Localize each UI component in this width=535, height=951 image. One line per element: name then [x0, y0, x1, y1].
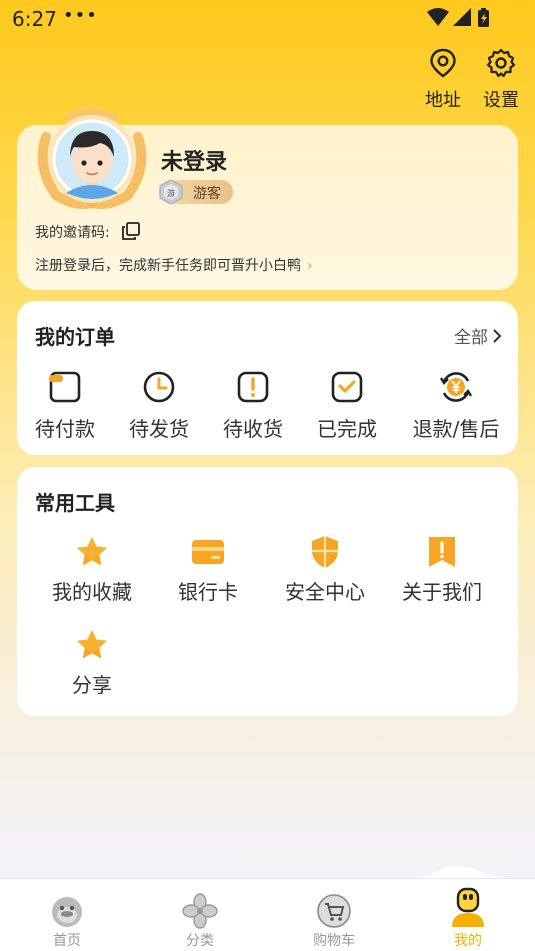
tab-label: 购物车 — [313, 933, 355, 949]
exclamation-box-icon — [237, 371, 269, 403]
tool-label: 安全中心 — [285, 580, 365, 604]
chevron-right-icon — [493, 328, 502, 343]
level-coin-icon: 游 — [159, 179, 183, 205]
order-label: 待收货 — [223, 417, 283, 441]
battery-icon — [478, 8, 489, 27]
order-pending-payment[interactable]: 待付款 — [15, 369, 115, 442]
tool-bank-card[interactable]: 银行卡 — [150, 534, 266, 605]
order-pending-shipment[interactable]: 待发货 — [109, 369, 209, 442]
copy-icon[interactable] — [121, 221, 141, 245]
clover-icon — [182, 893, 218, 929]
level-badge-label: 游客 — [193, 186, 221, 202]
orders-all-label: 全部 — [454, 328, 488, 348]
svg-text:游: 游 — [167, 188, 175, 198]
wallet-icon — [49, 371, 81, 403]
shield-icon — [312, 536, 338, 568]
tab-label: 我的 — [454, 933, 482, 949]
tool-label: 我的收藏 — [52, 580, 132, 604]
invite-code-label: 我的邀请码: — [35, 225, 110, 241]
duck-home-icon — [52, 897, 82, 927]
cart-icon — [317, 894, 351, 928]
tab-category[interactable]: 分类 — [160, 879, 240, 950]
upgrade-hint-text: 注册登录后，完成新手任务即可晋升小白鸭 — [35, 258, 301, 274]
avatar-boy-icon — [52, 119, 132, 199]
orders-card: 我的订单 全部 待付款 待发货 待收货 已完成 退款/售后 — [17, 301, 518, 455]
yen-refund-icon — [439, 372, 473, 402]
avatar[interactable] — [37, 107, 154, 217]
address-button[interactable]: 地址 — [417, 48, 469, 112]
gear-icon — [486, 48, 516, 78]
orders-all-link[interactable]: 全部 — [454, 323, 502, 348]
tab-home[interactable]: 首页 — [27, 879, 107, 950]
order-label: 退款/售后 — [412, 417, 500, 441]
order-refund-aftersale[interactable]: 退款/售后 — [406, 369, 506, 442]
tools-title: 常用工具 — [35, 491, 115, 515]
bank-card-icon — [192, 540, 224, 564]
tool-label: 银行卡 — [178, 580, 238, 604]
wifi-icon — [427, 8, 449, 26]
tool-security-center[interactable]: 安全中心 — [267, 534, 383, 605]
tool-about-us[interactable]: 关于我们 — [384, 534, 500, 605]
chevron-right-icon: › — [307, 258, 313, 274]
status-time: 6:27 — [12, 7, 57, 31]
orders-title: 我的订单 — [35, 325, 115, 349]
tools-card: 常用工具 我的收藏 银行卡 安全中心 关于我们 分享 — [17, 467, 518, 716]
status-notification-dots: ••• — [63, 5, 98, 26]
bottom-tab-bar: 首页 分类 购物车 我的 — [0, 878, 535, 951]
user-name[interactable]: 未登录 — [161, 144, 227, 176]
tool-share[interactable]: 分享 — [34, 627, 150, 698]
address-label: 地址 — [425, 90, 461, 111]
order-label: 已完成 — [317, 417, 377, 441]
tab-mine[interactable]: 我的 — [428, 879, 508, 950]
tool-label: 分享 — [72, 673, 112, 697]
check-box-icon — [331, 371, 363, 403]
user-icon — [452, 887, 484, 927]
star-icon — [77, 630, 107, 659]
tab-label: 分类 — [186, 933, 214, 949]
tool-favorites[interactable]: 我的收藏 — [34, 534, 150, 605]
tab-cart[interactable]: 购物车 — [294, 879, 374, 950]
tool-label: 关于我们 — [402, 580, 482, 604]
level-badge: 游 游客 — [159, 179, 233, 205]
bookmark-icon — [429, 537, 455, 567]
settings-label: 设置 — [483, 90, 519, 111]
order-pending-receipt[interactable]: 待收货 — [203, 369, 303, 442]
star-icon — [77, 537, 107, 566]
order-label: 待发货 — [129, 417, 189, 441]
status-bar: 6:27 ••• — [0, 0, 535, 36]
clock-icon — [143, 371, 175, 403]
location-pin-icon — [430, 48, 456, 78]
tab-label: 首页 — [53, 933, 81, 949]
order-completed[interactable]: 已完成 — [297, 369, 397, 442]
settings-button[interactable]: 设置 — [475, 48, 527, 112]
signal-icon — [453, 8, 471, 26]
order-label: 待付款 — [35, 417, 95, 441]
upgrade-hint-link[interactable]: 注册登录后，完成新手任务即可晋升小白鸭 › — [35, 255, 313, 275]
profile-card[interactable]: 未登录 游 游客 我的邀请码: 注册登录后，完成新手任务即可晋升小白鸭 › — [17, 107, 518, 290]
status-icons — [427, 7, 497, 33]
